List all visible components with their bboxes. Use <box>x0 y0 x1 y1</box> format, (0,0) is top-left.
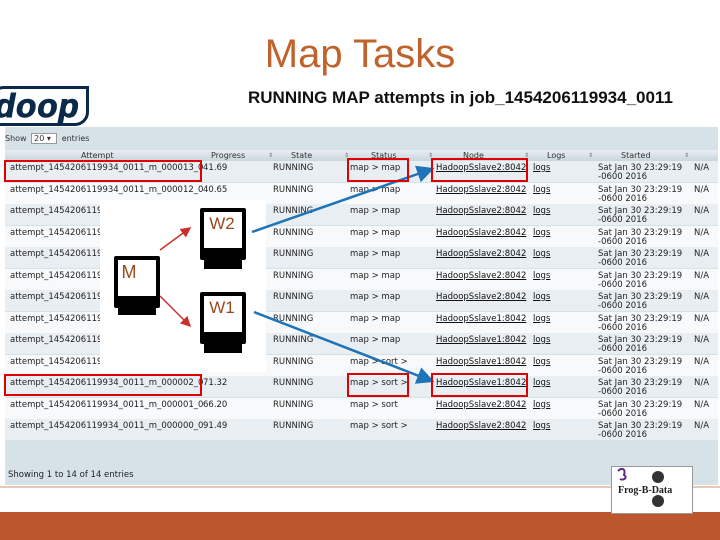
highlight-node-row1 <box>431 158 528 182</box>
highlight-node-row10 <box>431 373 528 397</box>
highlight-attempt-row1 <box>4 160 202 182</box>
arrow-w1-to-slave1 <box>253 310 435 384</box>
brand-text: Frog-B-Data <box>618 485 673 496</box>
bottom-bar <box>0 512 720 540</box>
highlight-status-row10 <box>347 373 409 397</box>
arrow-m-to-w1 <box>159 295 192 328</box>
frog-b-data-logo: Frog-B-Data <box>611 466 693 514</box>
highlight-status-row1 <box>347 158 409 182</box>
arrow-m-to-w2 <box>159 227 192 251</box>
highlight-attempt-row10 <box>4 374 202 396</box>
annotation-layer <box>159 165 435 384</box>
